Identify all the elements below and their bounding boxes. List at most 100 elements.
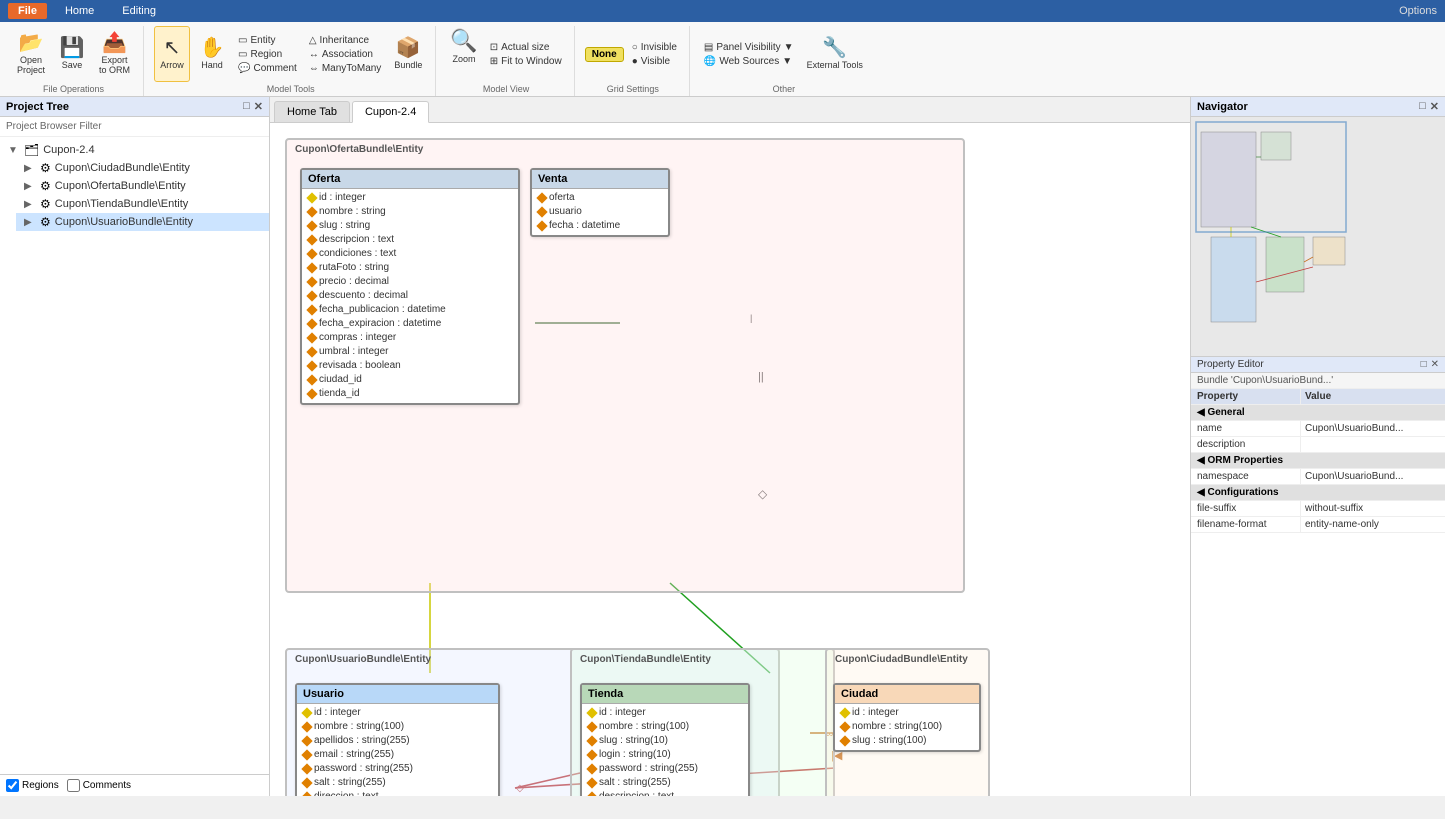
sidebar-item-usuario[interactable]: ▶ ⚙ Cupon\UsuarioBundle\Entity bbox=[16, 213, 269, 231]
name-value[interactable]: Cupon\UsuarioBund... bbox=[1301, 421, 1445, 436]
tienda-entity[interactable]: Tienda id : integer nombre : string(100)… bbox=[580, 683, 750, 796]
navigator-map[interactable] bbox=[1191, 117, 1445, 356]
file-operations-label: File Operations bbox=[43, 84, 104, 94]
navigator-close-icon[interactable]: ✕ bbox=[1430, 100, 1439, 113]
usuario-region-label: Cupon\UsuarioBundle\Entity bbox=[295, 654, 431, 665]
many-to-many-button[interactable]: ⇔ ManyToMany bbox=[305, 62, 385, 75]
tree-icon-ciudad: ⚙ bbox=[40, 161, 51, 175]
name-key: name bbox=[1191, 421, 1301, 436]
entity-icon: ▭ bbox=[238, 35, 247, 46]
region-label: Region bbox=[250, 49, 282, 60]
oferta-fields: id : integer nombre : string slug : stri… bbox=[302, 189, 518, 403]
other-label: Other bbox=[773, 84, 796, 94]
entity-label: Entity bbox=[250, 35, 275, 46]
bundle-button[interactable]: 📦 Bundle bbox=[389, 26, 427, 82]
regions-label: Regions bbox=[22, 780, 59, 791]
tree-toggle-usuario[interactable]: ▶ bbox=[24, 217, 36, 228]
usuario-entity[interactable]: Usuario id : integer nombre : string(100… bbox=[295, 683, 500, 796]
panel-visibility-arrow: ▼ bbox=[784, 42, 794, 53]
field-row: password : string(255) bbox=[301, 762, 494, 776]
file-tab[interactable]: File bbox=[8, 3, 47, 19]
filename-format-value[interactable]: entity-name-only bbox=[1301, 517, 1445, 532]
tree-icon-root: 🗂 bbox=[24, 143, 39, 157]
field-row: slug : string(10) bbox=[586, 734, 744, 748]
oferta-entity[interactable]: Oferta id : integer nombre : string slug… bbox=[300, 168, 520, 405]
close-panel-icon[interactable]: ✕ bbox=[254, 100, 263, 113]
regions-checkbox-input[interactable] bbox=[6, 779, 19, 792]
fit-to-window-button[interactable]: ⊞ Fit to Window bbox=[486, 55, 566, 68]
minimize-panel-icon[interactable]: □ bbox=[243, 100, 250, 113]
hand-button[interactable]: ✋ Hand bbox=[194, 26, 230, 82]
property-editor-title: Property Editor bbox=[1197, 359, 1264, 370]
invisible-button[interactable]: ○ Invisible bbox=[628, 41, 681, 54]
arrow-button[interactable]: ↖ Arrow bbox=[154, 26, 190, 82]
tree-toggle-tienda[interactable]: ▶ bbox=[24, 199, 36, 210]
property-table-header: Property Value bbox=[1191, 389, 1445, 405]
ciudad-entity[interactable]: Ciudad id : integer nombre : string(100)… bbox=[833, 683, 981, 752]
web-sources-icon: 🌐 bbox=[704, 56, 716, 67]
tree-toggle-ciudad[interactable]: ▶ bbox=[24, 163, 36, 174]
namespace-value[interactable]: Cupon\UsuarioBund... bbox=[1301, 469, 1445, 484]
field-row: slug : string(100) bbox=[839, 734, 975, 748]
right-panel: Navigator □ ✕ bbox=[1190, 97, 1445, 796]
web-sources-arrow: ▼ bbox=[782, 56, 792, 67]
file-suffix-value[interactable]: without-suffix bbox=[1301, 501, 1445, 516]
editing-ribbon-tab[interactable]: Editing bbox=[112, 3, 166, 19]
field-row: id : integer bbox=[839, 706, 975, 720]
field-row: compras : integer bbox=[306, 331, 514, 345]
config-label: ◀ Configurations bbox=[1197, 487, 1279, 498]
entity-button[interactable]: ▭ Entity bbox=[234, 34, 301, 47]
property-row-name: name Cupon\UsuarioBund... bbox=[1191, 421, 1445, 437]
tree-toggle-root[interactable]: ▼ bbox=[8, 145, 20, 156]
property-editor-panel: Property Editor □ ✕ Bundle 'Cupon\Usuari… bbox=[1191, 357, 1445, 796]
hand-label: Hand bbox=[201, 60, 223, 70]
save-button[interactable]: 💾 Save bbox=[54, 26, 90, 82]
tab-cupon[interactable]: Cupon-2.4 bbox=[352, 101, 429, 123]
association-button[interactable]: ↔ Association bbox=[305, 48, 385, 61]
export-to-orm-button[interactable]: 📤 Exportto ORM bbox=[94, 26, 135, 82]
usuario-fields: id : integer nombre : string(100) apelli… bbox=[297, 704, 498, 796]
property-editor-restore-icon[interactable]: □ bbox=[1421, 359, 1427, 370]
canvas-scroll[interactable]: | ∞ ◇ || ◇ || |◀ bbox=[270, 123, 1190, 796]
sidebar-item-oferta[interactable]: ▶ ⚙ Cupon\OfertaBundle\Entity bbox=[16, 177, 269, 195]
field-row: password : string(255) bbox=[586, 762, 744, 776]
zoom-icon: 🔍 bbox=[450, 28, 477, 54]
tree-toggle-oferta[interactable]: ▶ bbox=[24, 181, 36, 192]
tree-icon-tienda: ⚙ bbox=[40, 197, 51, 211]
many-to-many-label: ManyToMany bbox=[322, 63, 381, 74]
venta-entity[interactable]: Venta oferta usuario fecha : datetime bbox=[530, 168, 670, 237]
comment-button[interactable]: 💬 Comment bbox=[234, 62, 301, 75]
panel-visibility-button[interactable]: ▤ Panel Visibility ▼ bbox=[700, 41, 798, 54]
external-tools-button[interactable]: 🔧 External Tools bbox=[802, 26, 868, 82]
value-col-header: Value bbox=[1301, 389, 1445, 404]
config-section-header: ◀ Configurations bbox=[1191, 485, 1445, 501]
open-project-button[interactable]: 📂 OpenProject bbox=[12, 26, 50, 82]
inheritance-button[interactable]: △ Inheritance bbox=[305, 34, 385, 47]
zoom-button[interactable]: 🔍 Zoom bbox=[446, 26, 481, 82]
visible-button[interactable]: ● Visible bbox=[628, 55, 681, 68]
home-ribbon-tab[interactable]: Home bbox=[55, 3, 104, 19]
comments-checkbox[interactable]: Comments bbox=[67, 779, 131, 792]
inheritance-icon: △ bbox=[309, 35, 317, 46]
comments-checkbox-input[interactable] bbox=[67, 779, 80, 792]
tree-item-root[interactable]: ▼ 🗂 Cupon-2.4 bbox=[0, 141, 269, 159]
save-icon: 💾 bbox=[60, 38, 85, 58]
actual-size-button[interactable]: ⊡ Actual size bbox=[486, 41, 566, 54]
sidebar-item-ciudad[interactable]: ▶ ⚙ Cupon\CiudadBundle\Entity bbox=[16, 159, 269, 177]
web-sources-button[interactable]: 🌐 Web Sources ▼ bbox=[700, 55, 798, 68]
field-row: slug : string bbox=[306, 219, 514, 233]
export-icon: 📤 bbox=[102, 33, 127, 53]
description-value[interactable] bbox=[1301, 437, 1445, 452]
orm-section-header: ◀ ORM Properties bbox=[1191, 453, 1445, 469]
property-editor-close-icon[interactable]: ✕ bbox=[1431, 359, 1439, 370]
sidebar-item-tienda[interactable]: ▶ ⚙ Cupon\TiendaBundle\Entity bbox=[16, 195, 269, 213]
description-key: description bbox=[1191, 437, 1301, 452]
navigator-restore-icon[interactable]: □ bbox=[1419, 100, 1426, 113]
tab-home[interactable]: Home Tab bbox=[274, 101, 350, 122]
regions-checkbox[interactable]: Regions bbox=[6, 779, 59, 792]
orm-label: ◀ ORM Properties bbox=[1197, 455, 1283, 466]
file-operations-group: 📂 OpenProject 💾 Save 📤 Exportto ORM File… bbox=[4, 26, 144, 96]
none-badge[interactable]: None bbox=[585, 47, 624, 62]
field-row: apellidos : string(255) bbox=[301, 734, 494, 748]
region-button[interactable]: ▭ Region bbox=[234, 48, 301, 61]
